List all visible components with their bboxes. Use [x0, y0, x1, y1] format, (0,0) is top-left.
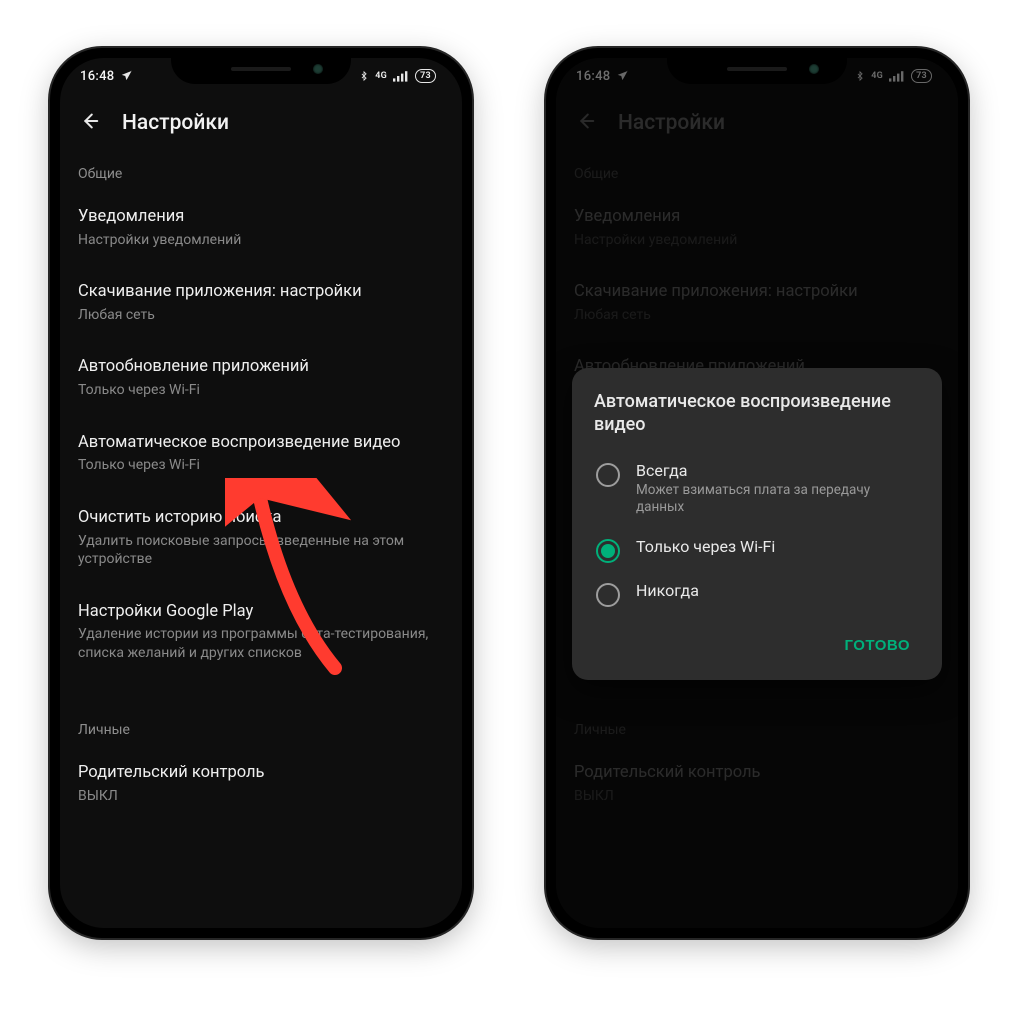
item-sub: Только через Wi-Fi: [78, 381, 444, 399]
item-sub: Удалить поисковые запросы, введенные на …: [78, 532, 444, 569]
item-sub: Удаление истории из программы бета-тести…: [78, 625, 444, 662]
done-button[interactable]: ГОТОВО: [836, 627, 918, 664]
option-label: Всегда: [636, 461, 918, 480]
option-always[interactable]: Всегда Может взиматься плата за передачу…: [594, 451, 920, 527]
item-sub: Настройки уведомлений: [78, 231, 444, 249]
item-play-settings[interactable]: Настройки Google Play Удаление истории и…: [78, 585, 444, 679]
item-notifications[interactable]: Уведомления Настройки уведомлений: [78, 190, 444, 265]
item-clear-search-history[interactable]: Очистить историю поиска Удалить поисковы…: [78, 491, 444, 585]
option-wifi-only[interactable]: Только через Wi-Fi: [594, 527, 920, 571]
item-download-prefs[interactable]: Скачивание приложения: настройки Любая с…: [78, 265, 444, 340]
display-notch: [171, 58, 351, 84]
section-general: Общие: [78, 148, 444, 190]
screen-right: 16:48 4G 73 Настройки: [556, 58, 958, 928]
item-title: Скачивание приложения: настройки: [78, 281, 444, 303]
settings-list[interactable]: Общие Уведомления Настройки уведомлений …: [60, 148, 462, 842]
item-title: Родительский контроль: [78, 762, 444, 784]
front-camera: [809, 64, 819, 74]
back-icon[interactable]: [78, 110, 100, 136]
item-title: Уведомления: [78, 206, 444, 228]
screen-left: 16:48 4G 73 Настройки: [60, 58, 462, 928]
item-autoupdate[interactable]: Автообновление приложений Только через W…: [78, 340, 444, 415]
battery-percent: 73: [420, 71, 431, 81]
app-bar: Настройки: [60, 94, 462, 148]
option-hint: Может взиматься плата за передачу данных: [636, 482, 918, 517]
item-sub: Любая сеть: [78, 306, 444, 324]
item-autoplay-video[interactable]: Автоматическое воспроизведение видео Тол…: [78, 416, 444, 491]
autoplay-dialog: Автоматическое воспроизведение видео Все…: [572, 368, 942, 680]
dialog-title: Автоматическое воспроизведение видео: [594, 390, 920, 437]
item-sub: ВЫКЛ: [78, 787, 444, 805]
telegram-icon: [120, 69, 134, 83]
option-label: Никогда: [636, 581, 699, 600]
speaker-grill: [727, 67, 787, 71]
clock: 16:48: [80, 69, 114, 84]
phone-frame-right: 16:48 4G 73 Настройки: [546, 48, 968, 938]
front-camera: [313, 64, 323, 74]
phone-frame-left: 16:48 4G 73 Настройки: [50, 48, 472, 938]
option-never[interactable]: Никогда: [594, 571, 920, 615]
item-title: Очистить историю поиска: [78, 507, 444, 529]
battery-indicator: 73: [415, 69, 436, 83]
item-title: Автообновление приложений: [78, 356, 444, 378]
speaker-grill: [231, 67, 291, 71]
radio-icon: [596, 583, 620, 607]
page-title: Настройки: [122, 111, 229, 135]
radio-icon: [596, 539, 620, 563]
item-sub: Только через Wi-Fi: [78, 456, 444, 474]
bluetooth-icon: [359, 69, 369, 83]
option-label: Только через Wi-Fi: [636, 537, 775, 556]
radio-icon: [596, 463, 620, 487]
section-personal: Личные: [78, 704, 444, 746]
signal-icon: [393, 70, 409, 82]
item-title: Автоматическое воспроизведение видео: [78, 432, 444, 454]
display-notch: [667, 58, 847, 84]
item-parental-controls[interactable]: Родительский контроль ВЫКЛ: [78, 746, 444, 821]
network-type: 4G: [375, 71, 387, 81]
item-title: Настройки Google Play: [78, 601, 444, 623]
